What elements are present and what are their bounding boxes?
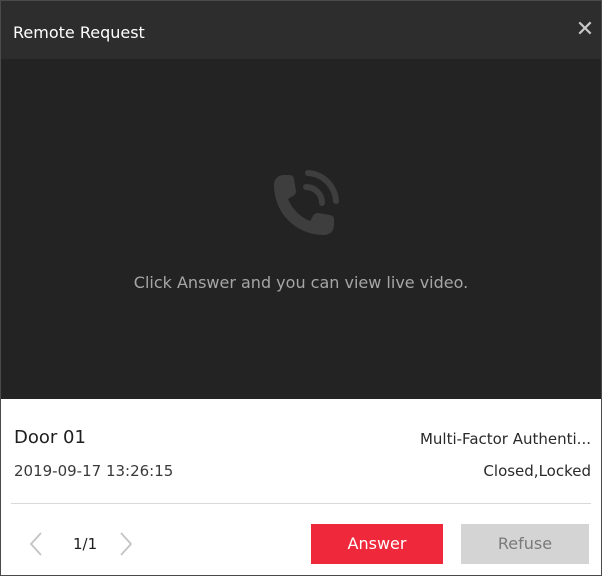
chevron-right-icon: [120, 532, 133, 556]
door-name: Door 01: [14, 427, 86, 448]
refuse-button[interactable]: Refuse: [461, 524, 589, 564]
close-icon: ✕: [575, 17, 595, 42]
dialog-title: Remote Request: [13, 23, 145, 42]
answer-button[interactable]: Answer: [311, 524, 443, 564]
prev-page-button[interactable]: [25, 529, 47, 559]
video-hint-text: Click Answer and you can view live video…: [133, 273, 469, 292]
pager: 1/1: [25, 529, 137, 559]
chevron-left-icon: [29, 532, 42, 556]
door-status: Closed,Locked: [483, 462, 591, 480]
title-bar: Remote Request ✕: [1, 1, 601, 59]
auth-mode: Multi-Factor Authenti...: [419, 430, 591, 448]
live-video-area: Click Answer and you can view live video…: [1, 59, 601, 399]
remote-request-dialog: Remote Request ✕ Click Answer and you ca…: [0, 0, 602, 576]
next-page-button[interactable]: [115, 529, 137, 559]
request-timestamp: 2019-09-17 13:26:15: [14, 462, 174, 480]
close-button[interactable]: ✕: [575, 19, 595, 41]
phone-ringing-icon: [274, 170, 339, 235]
divider: [11, 503, 591, 504]
page-count: 1/1: [73, 535, 98, 553]
request-info-panel: Door 01 Multi-Factor Authenti... 2019-09…: [1, 399, 601, 575]
